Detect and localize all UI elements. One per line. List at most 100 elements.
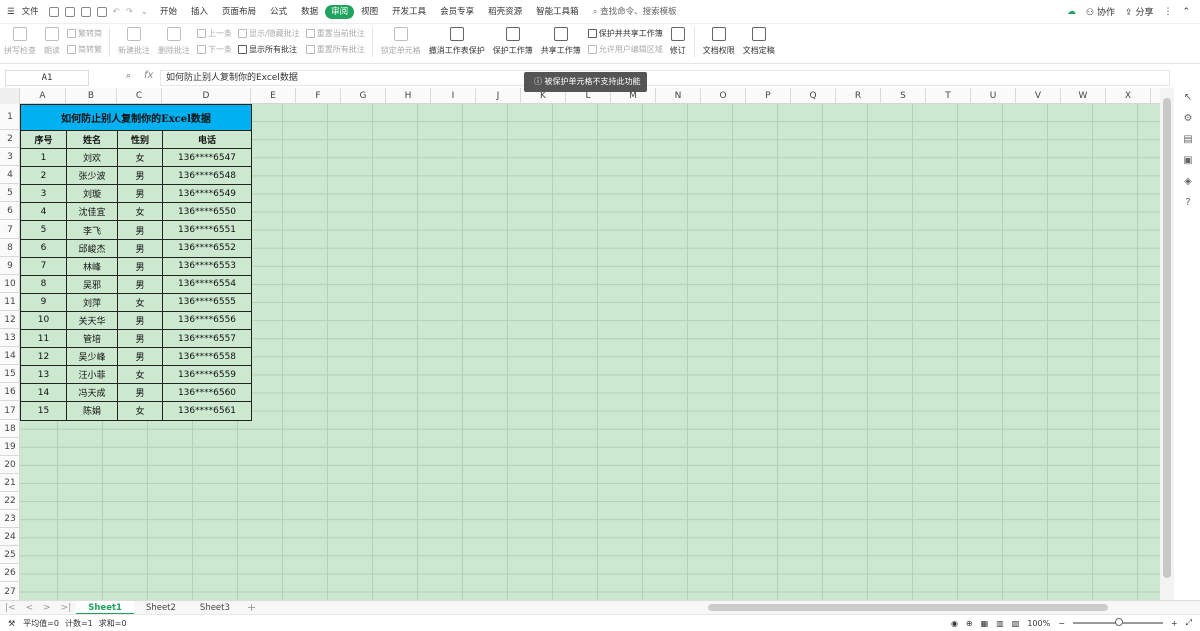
column-header-D[interactable]: D: [162, 88, 251, 104]
column-header-N[interactable]: N: [656, 88, 701, 104]
last-sheet-icon[interactable]: >|: [56, 603, 77, 613]
table-cell[interactable]: 刘璇: [66, 184, 118, 204]
overflow-menu-icon[interactable]: ⋮: [1163, 7, 1172, 17]
hamburger-menu-icon[interactable]: ☰: [0, 5, 22, 19]
row-header-6[interactable]: 6: [0, 202, 20, 221]
row-header-18[interactable]: 18: [0, 420, 20, 438]
next-comment-button[interactable]: 下一条: [197, 44, 232, 55]
zoom-out-icon[interactable]: −: [1058, 619, 1065, 628]
column-header-S[interactable]: S: [881, 88, 926, 104]
save-icon[interactable]: [48, 6, 59, 17]
table-cell[interactable]: 汪小菲: [66, 365, 118, 385]
table-header-cell[interactable]: 性别: [117, 129, 163, 150]
row-header-20[interactable]: 20: [0, 456, 20, 474]
row-header-7[interactable]: 7: [0, 221, 20, 239]
row-header-13[interactable]: 13: [0, 329, 20, 348]
table-cell[interactable]: 10: [20, 310, 67, 331]
table-cell[interactable]: 4: [20, 202, 67, 222]
more-icon[interactable]: ⌄: [136, 5, 153, 19]
column-header-O[interactable]: O: [701, 88, 746, 104]
menu-tab-9[interactable]: 稻壳资源: [481, 5, 529, 19]
image-icon[interactable]: ▣: [1183, 155, 1192, 166]
select-all-corner[interactable]: [0, 88, 20, 104]
column-header-T[interactable]: T: [926, 88, 971, 104]
allow-edit-ranges-button[interactable]: 允许用户编辑区域: [587, 44, 663, 55]
column-header-G[interactable]: G: [341, 88, 386, 104]
table-title[interactable]: 如何防止别人复制你的Excel数据: [20, 104, 252, 131]
prev-sheet-icon[interactable]: <: [21, 603, 39, 613]
menu-file[interactable]: 文件: [22, 5, 46, 19]
unprotect-sheet-button[interactable]: 撤消工作表保护: [425, 27, 489, 56]
table-cell[interactable]: 136****6561: [162, 401, 252, 421]
location-icon[interactable]: ◈: [1184, 176, 1192, 187]
doc-permission-button[interactable]: 文档权限: [699, 27, 739, 56]
table-cell[interactable]: 冯天成: [66, 383, 118, 403]
column-header-R[interactable]: R: [836, 88, 881, 104]
row-header-9[interactable]: 9: [0, 257, 20, 275]
column-header-E[interactable]: E: [251, 88, 296, 104]
protect-workbook-button[interactable]: 保护工作簿: [489, 27, 537, 56]
normal-view-icon[interactable]: ▦: [981, 619, 989, 628]
row-header-5[interactable]: 5: [0, 184, 20, 203]
table-cell[interactable]: 2: [20, 166, 67, 186]
table-cell[interactable]: 12: [20, 347, 67, 367]
table-header-cell[interactable]: 序号: [20, 129, 67, 150]
horizontal-scrollbar[interactable]: [708, 604, 1108, 611]
table-cell[interactable]: 张少波: [66, 166, 118, 186]
fx-icon[interactable]: fx: [144, 70, 153, 81]
menu-tab-1[interactable]: 插入: [184, 5, 215, 19]
simp-to-trad-button[interactable]: 简转繁: [67, 44, 102, 55]
row-header-15[interactable]: 15: [0, 365, 20, 384]
table-cell[interactable]: 关天华: [66, 310, 118, 331]
table-cell[interactable]: 女: [117, 202, 163, 222]
table-cell[interactable]: 136****6558: [162, 347, 252, 367]
eye-protection-icon[interactable]: ◉: [951, 619, 958, 628]
table-cell[interactable]: 3: [20, 184, 67, 204]
table-cell[interactable]: 7: [20, 256, 67, 276]
collab-button[interactable]: ⚇ 协作: [1086, 5, 1115, 18]
vertical-scroll-thumb[interactable]: [1163, 98, 1171, 578]
table-cell[interactable]: 136****6557: [162, 329, 252, 349]
undo-icon[interactable]: ↶: [110, 5, 123, 19]
table-cell[interactable]: 女: [117, 365, 163, 385]
table-header-cell[interactable]: 电话: [162, 129, 252, 150]
show-all-comments-button[interactable]: 显示所有批注: [238, 44, 300, 55]
menu-tab-8[interactable]: 会员专享: [433, 5, 481, 19]
table-cell[interactable]: 管培: [66, 329, 118, 349]
table-cell[interactable]: 刘欢: [66, 148, 118, 168]
macro-icon[interactable]: ⚒: [0, 619, 23, 628]
menu-tab-4[interactable]: 数据: [294, 5, 325, 19]
first-sheet-icon[interactable]: |<: [0, 603, 21, 613]
table-cell[interactable]: 男: [117, 166, 163, 186]
cloud-sync-icon[interactable]: ☁: [1067, 7, 1076, 17]
table-cell[interactable]: 沈佳宜: [66, 202, 118, 222]
table-cell[interactable]: 14: [20, 383, 67, 403]
row-header-4[interactable]: 4: [0, 166, 20, 185]
menu-tab-2[interactable]: 页面布局: [215, 5, 263, 19]
zoom-search-icon[interactable]: ⌕: [126, 71, 131, 81]
table-cell[interactable]: 吴邪: [66, 274, 118, 294]
zoom-slider[interactable]: [1072, 618, 1163, 626]
table-cell[interactable]: 吴少峰: [66, 347, 118, 367]
zoom-slider-knob[interactable]: [1114, 618, 1123, 626]
table-cell[interactable]: 刘萍: [66, 292, 118, 312]
read-aloud-button[interactable]: 朗读: [40, 27, 64, 56]
fullscreen-icon[interactable]: ⤢: [1186, 618, 1192, 628]
sheet-tab-1[interactable]: Sheet1: [76, 600, 134, 615]
table-cell[interactable]: 5: [20, 220, 67, 240]
table-header-cell[interactable]: 姓名: [66, 129, 118, 150]
table-cell[interactable]: 9: [20, 292, 67, 312]
search-commands[interactable]: ⌕ 查找命令、搜索模板: [586, 5, 684, 19]
table-cell[interactable]: 8: [20, 274, 67, 294]
table-cell[interactable]: 136****6548: [162, 166, 252, 186]
table-cell[interactable]: 林峰: [66, 256, 118, 276]
column-header-V[interactable]: V: [1016, 88, 1061, 104]
menu-tab-5[interactable]: 审阅: [325, 4, 355, 19]
lock-cell-button[interactable]: 锁定单元格: [377, 27, 425, 56]
column-header-X[interactable]: X: [1106, 88, 1151, 104]
next-sheet-icon[interactable]: >: [38, 603, 56, 613]
table-cell[interactable]: 男: [117, 347, 163, 367]
table-cell[interactable]: 男: [117, 184, 163, 204]
menu-tab-10[interactable]: 智能工具箱: [529, 5, 586, 19]
table-cell[interactable]: 男: [117, 383, 163, 403]
